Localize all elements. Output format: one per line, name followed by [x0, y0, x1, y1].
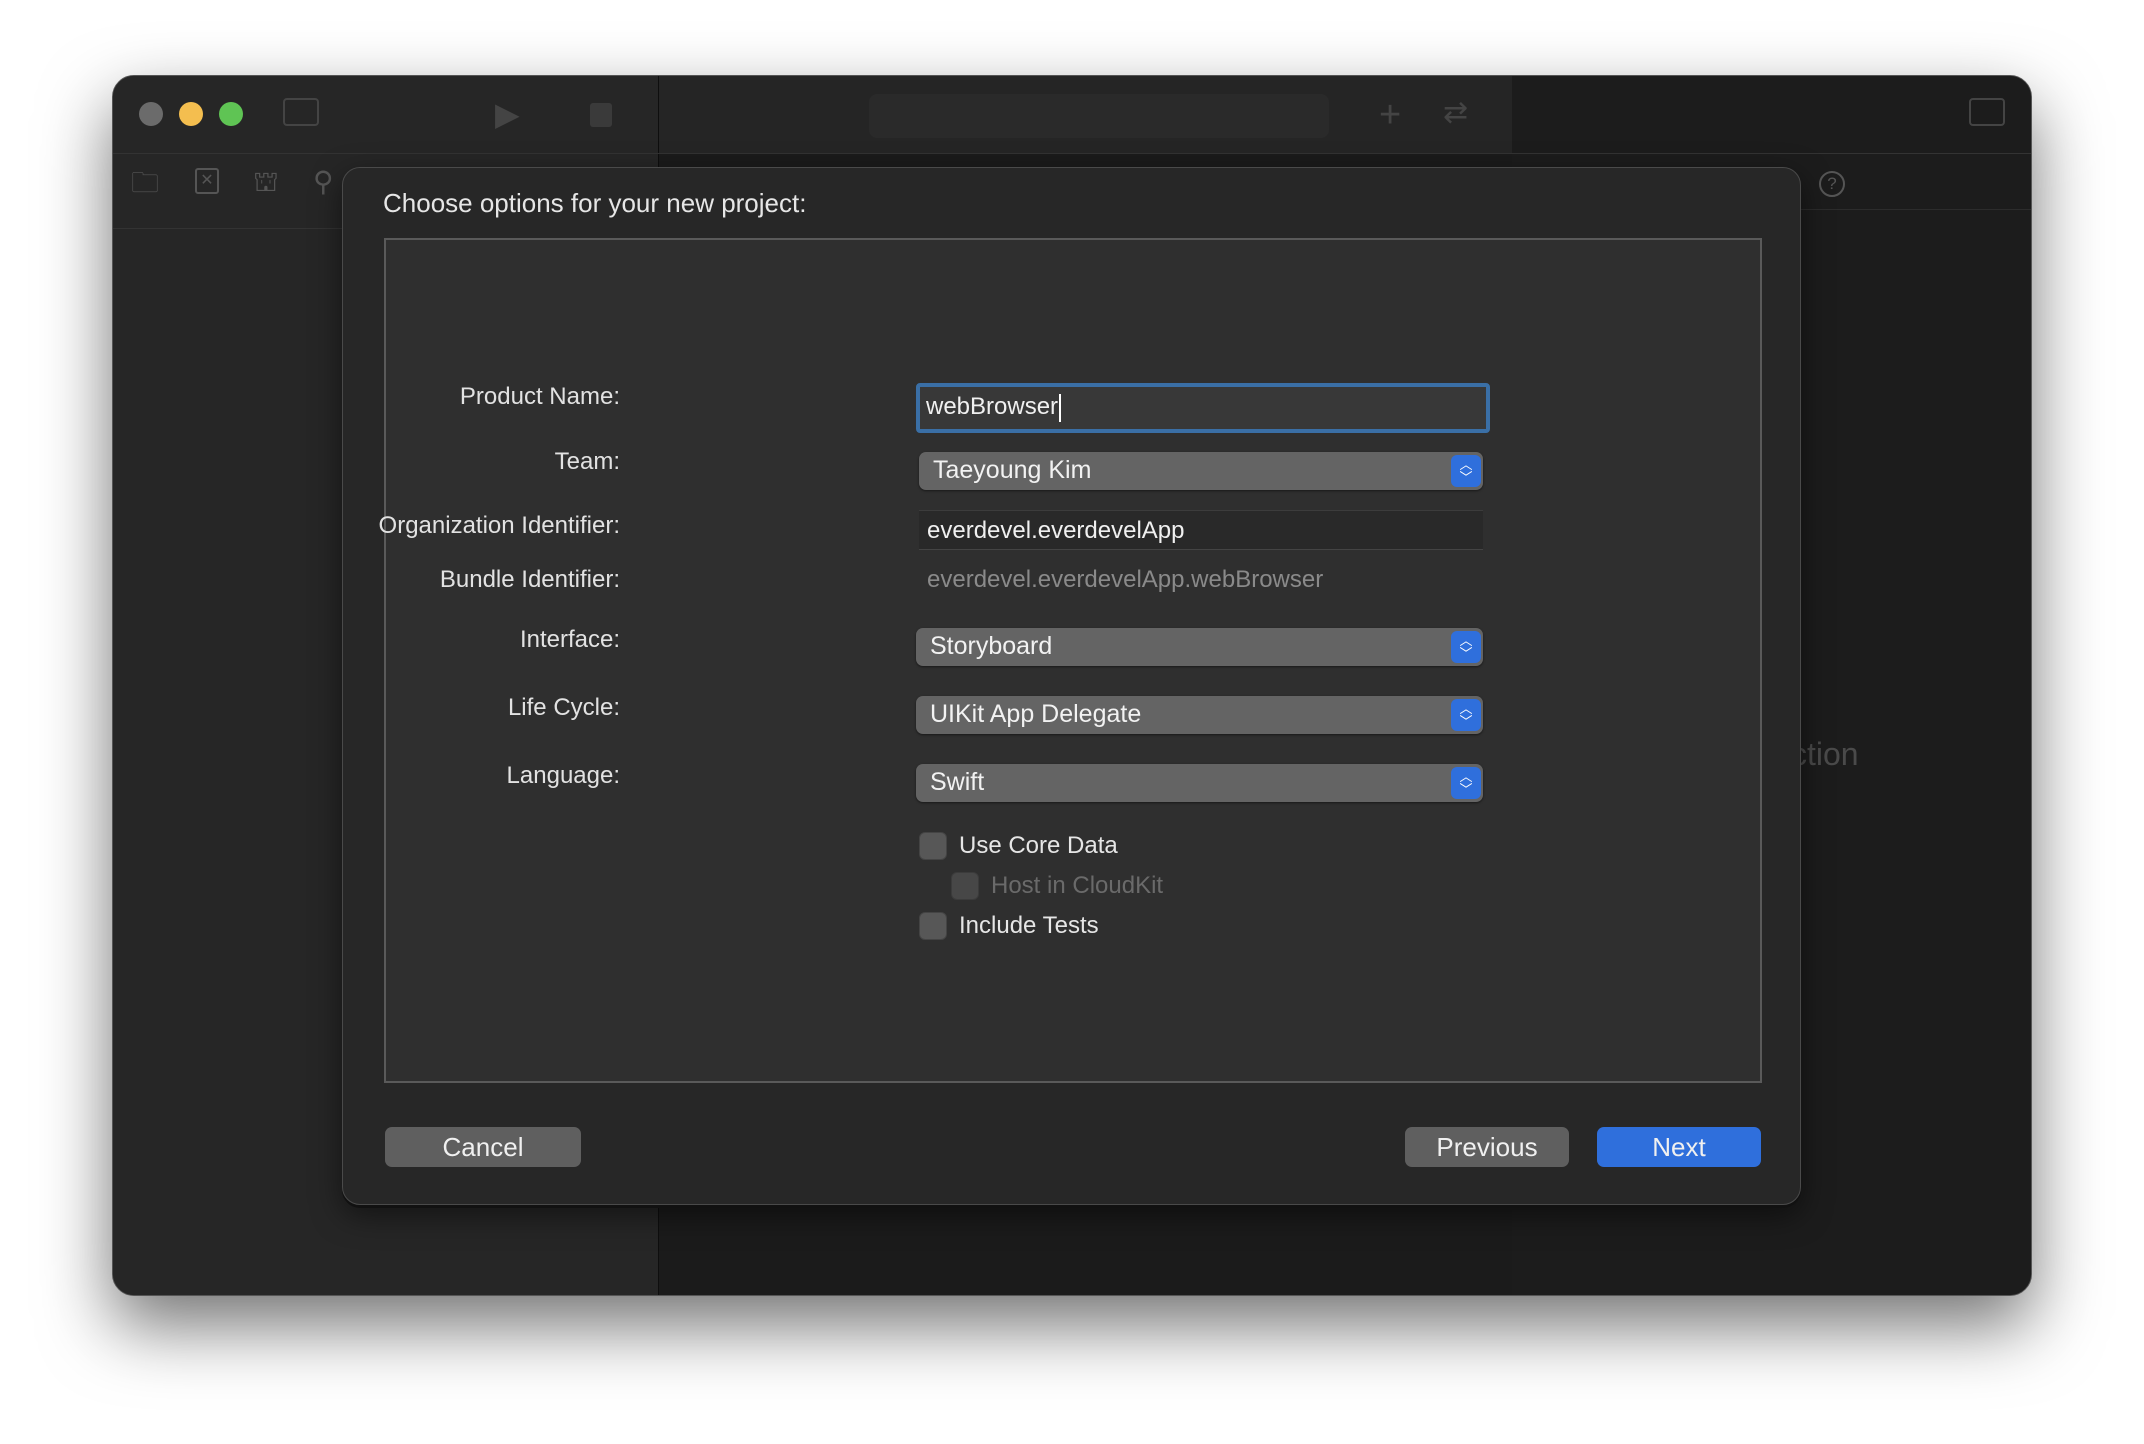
stop-icon[interactable]: [590, 103, 612, 127]
add-icon[interactable]: +: [1379, 96, 1401, 134]
no-selection-text: ction: [1791, 736, 1859, 772]
interface-value: Storyboard: [930, 632, 1053, 660]
close-button[interactable]: [139, 102, 163, 126]
xmark-box-icon[interactable]: ✕: [195, 168, 219, 194]
zoom-button[interactable]: [219, 102, 243, 126]
org-id-value: everdevel.everdevelApp: [927, 517, 1185, 544]
use-core-data-checkbox[interactable]: [919, 832, 947, 860]
interface-popup[interactable]: Storyboard ︿ ﹀: [916, 628, 1483, 666]
language-popup[interactable]: Swift ︿ ﹀: [916, 764, 1483, 802]
life-cycle-popup[interactable]: UIKit App Delegate ︿ ﹀: [916, 696, 1483, 734]
host-in-cloudkit-checkbox[interactable]: [951, 872, 979, 900]
product-name-label: Product Name:: [459, 383, 620, 410]
include-tests-checkbox[interactable]: [919, 912, 947, 940]
interface-label: Interface:: [519, 626, 620, 653]
use-core-data-label: Use Core Data: [959, 832, 1118, 859]
team-label: Team:: [554, 448, 620, 475]
stepper-chevrons-icon: ︿ ﹀: [1451, 455, 1481, 487]
swap-icon[interactable]: ⇄: [1443, 98, 1468, 128]
text-caret: [1059, 393, 1062, 422]
search-icon[interactable]: ⚲: [313, 168, 334, 196]
folder-icon[interactable]: 🗀: [131, 169, 159, 197]
stepper-chevrons-icon: ︿ ﹀: [1451, 699, 1481, 731]
next-button[interactable]: Next: [1597, 1127, 1761, 1167]
previous-button[interactable]: Previous: [1405, 1127, 1569, 1167]
host-in-cloudkit-label: Host in CloudKit: [991, 872, 1164, 899]
language-label: Language:: [506, 762, 620, 789]
life-cycle-value: UIKit App Delegate: [930, 700, 1142, 728]
team-popup[interactable]: Taeyoung Kim ︿ ﹀: [919, 452, 1483, 490]
minimize-button[interactable]: [179, 102, 203, 126]
include-tests-label: Include Tests: [959, 912, 1099, 939]
bundle-id-label: Bundle Identifier:: [439, 566, 620, 593]
sidebar-toggle-icon[interactable]: [283, 98, 319, 126]
stepper-chevrons-icon: ︿ ﹀: [1451, 767, 1481, 799]
language-value: Swift: [930, 768, 985, 796]
cancel-button[interactable]: Cancel: [385, 1127, 581, 1167]
run-icon[interactable]: ▶: [495, 98, 520, 130]
product-name-value: webBrowser: [926, 393, 1059, 420]
life-cycle-label: Life Cycle:: [507, 694, 620, 721]
help-icon[interactable]: ?: [1819, 171, 1845, 197]
hierarchy-icon[interactable]: ⛫: [253, 168, 279, 196]
new-project-dialog: Choose options for your new project: Pro…: [342, 167, 1801, 1205]
inspector-toggle-icon[interactable]: [1969, 98, 2005, 126]
org-id-label: Organization Identifier:: [378, 512, 620, 539]
dialog-title: Choose options for your new project:: [383, 188, 807, 218]
bundle-id-value: everdevel.everdevelApp.webBrowser: [927, 566, 1324, 593]
stepper-chevrons-icon: ︿ ﹀: [1451, 631, 1481, 663]
product-name-input[interactable]: webBrowser: [916, 383, 1490, 433]
org-id-input[interactable]: everdevel.everdevelApp: [919, 510, 1483, 550]
team-value: Taeyoung Kim: [933, 456, 1092, 484]
activity-view[interactable]: [869, 94, 1329, 138]
options-panel: Product Name: webBrowser Team: Taeyoung …: [379, 238, 1762, 1083]
